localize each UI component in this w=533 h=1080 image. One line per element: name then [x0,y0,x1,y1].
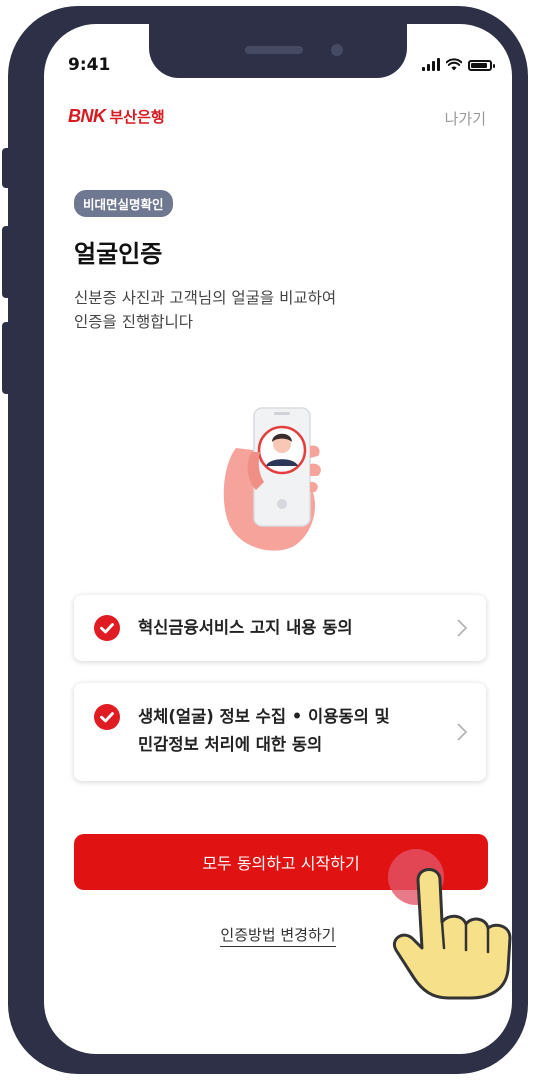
status-icons [422,58,495,71]
battery-icon [468,60,495,71]
page-description: 신분증 사진과 고객님의 얼굴을 비교하여 인증을 진행합니다 [74,286,336,334]
chevron-right-icon [457,619,468,637]
logo-text: 부산은행 [109,108,165,126]
agreement-label: 혁신금융서비스 고지 내용 동의 [138,614,353,642]
status-time: 9:41 [68,55,111,75]
signal-icon [422,58,440,71]
description-line: 신분증 사진과 고객님의 얼굴을 비교하여 [74,289,337,307]
check-circle-icon[interactable] [94,704,120,730]
exit-button[interactable]: 나가기 [445,108,486,129]
agreement-label-line: 생체(얼굴) 정보 수집 • 이용동의 및 [138,707,390,726]
bnk-logo: BNK 부산은행 [68,106,165,127]
tap-hand-icon [393,868,512,1000]
agreement-biometric-info[interactable]: 생체(얼굴) 정보 수집 • 이용동의 및 민감정보 처리에 대한 동의 [74,683,486,781]
front-camera [331,44,343,56]
description-line: 인증을 진행합니다 [74,313,194,331]
verification-badge: 비대면실명확인 [74,190,173,217]
speaker [245,46,303,54]
agreement-innovative-finance[interactable]: 혁신금융서비스 고지 내용 동의 [74,595,486,661]
wifi-icon [446,58,462,71]
change-auth-method-label: 인증방법 변경하기 [220,926,336,947]
agreement-label-line: 민감정보 처리에 대한 동의 [138,735,323,754]
check-circle-icon[interactable] [94,615,120,641]
chevron-right-icon [457,723,468,741]
agreement-label-line: 혁신금융서비스 고지 내용 동의 [138,618,353,637]
agreement-label: 생체(얼굴) 정보 수집 • 이용동의 및 민감정보 처리에 대한 동의 [138,703,390,759]
logo-mark: BNK [68,106,106,126]
page-title: 얼굴인증 [74,240,163,268]
face-auth-illustration [223,407,321,551]
phone-notch [149,24,407,78]
